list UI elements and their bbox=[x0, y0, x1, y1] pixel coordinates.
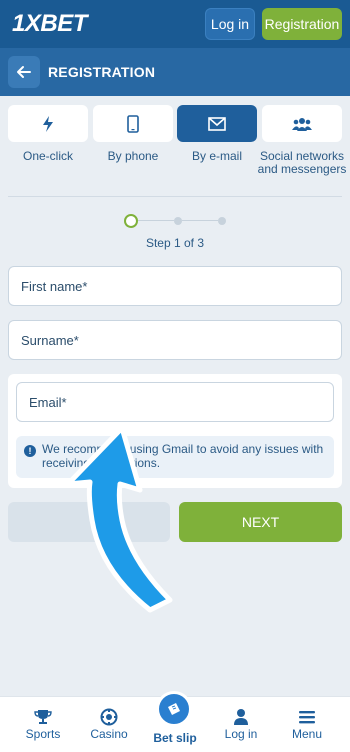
arrow-left-icon bbox=[17, 66, 31, 78]
method-label-social-networks: Social networks and messengers bbox=[257, 149, 347, 176]
user-icon bbox=[231, 707, 251, 727]
notice-text: We recommend using Gmail to avoid any is… bbox=[42, 442, 324, 470]
trophy-icon bbox=[33, 707, 53, 727]
nav-menu[interactable]: Menu bbox=[272, 697, 342, 752]
method-by-email[interactable] bbox=[177, 105, 257, 142]
menu-icon bbox=[297, 707, 317, 727]
nav-log-in[interactable]: Log in bbox=[206, 697, 276, 752]
next-button[interactable]: NEXT bbox=[179, 502, 342, 542]
envelope-icon bbox=[208, 116, 226, 131]
step-2-indicator bbox=[174, 217, 182, 225]
logo-suffix: BET bbox=[40, 10, 87, 37]
step-connector bbox=[182, 220, 218, 221]
nav-label-bet-slip: Bet slip bbox=[153, 731, 197, 745]
page-header: REGISTRATION bbox=[0, 48, 350, 96]
info-icon: ! bbox=[24, 445, 36, 457]
first-name-field[interactable]: First name* bbox=[8, 266, 342, 306]
users-icon bbox=[292, 117, 312, 131]
step-text: Step 1 of 3 bbox=[145, 236, 205, 250]
surname-field[interactable]: Surname* bbox=[8, 320, 342, 360]
step-1-indicator bbox=[124, 214, 138, 228]
nav-sports[interactable]: Sports bbox=[8, 697, 78, 752]
nav-label-log-in: Log in bbox=[224, 727, 258, 741]
previous-step-button bbox=[8, 502, 170, 542]
step-connector bbox=[138, 220, 174, 221]
phone-icon bbox=[127, 114, 139, 133]
gmail-notice: ! We recommend using Gmail to avoid any … bbox=[16, 436, 334, 478]
casino-chip-icon bbox=[99, 707, 119, 727]
method-label-by-email: By e-mail bbox=[191, 149, 242, 163]
registration-button[interactable]: Registration bbox=[262, 8, 342, 40]
logo-prefix: 1X bbox=[12, 10, 41, 37]
email-field[interactable]: Email* bbox=[16, 382, 334, 422]
email-card: Email* ! We recommend using Gmail to avo… bbox=[8, 374, 342, 488]
ticket-icon bbox=[156, 691, 192, 727]
nav-label-menu: Menu bbox=[291, 727, 323, 741]
back-button[interactable] bbox=[8, 56, 40, 88]
step-3-indicator bbox=[218, 217, 226, 225]
page-title: REGISTRATION bbox=[48, 64, 156, 80]
method-by-phone[interactable] bbox=[93, 105, 173, 142]
nav-label-casino: Casino bbox=[90, 727, 128, 741]
method-label-one-click: One-click bbox=[22, 149, 73, 163]
method-one-click[interactable] bbox=[8, 105, 88, 142]
lightning-icon bbox=[43, 115, 53, 132]
nav-label-sports: Sports bbox=[25, 727, 61, 741]
bottom-nav: Sports Casino Bet slip Log in Menu bbox=[0, 691, 350, 752]
nav-casino[interactable]: Casino bbox=[74, 697, 144, 752]
login-button[interactable]: Log in bbox=[205, 8, 255, 40]
divider bbox=[8, 196, 342, 197]
method-social-networks[interactable] bbox=[262, 105, 342, 142]
brand-logo[interactable]: 1XBET bbox=[12, 10, 87, 38]
nav-bet-slip[interactable]: Bet slip bbox=[140, 691, 210, 752]
top-bar: 1XBET Log in Registration bbox=[0, 0, 350, 48]
method-label-by-phone: By phone bbox=[107, 149, 159, 163]
